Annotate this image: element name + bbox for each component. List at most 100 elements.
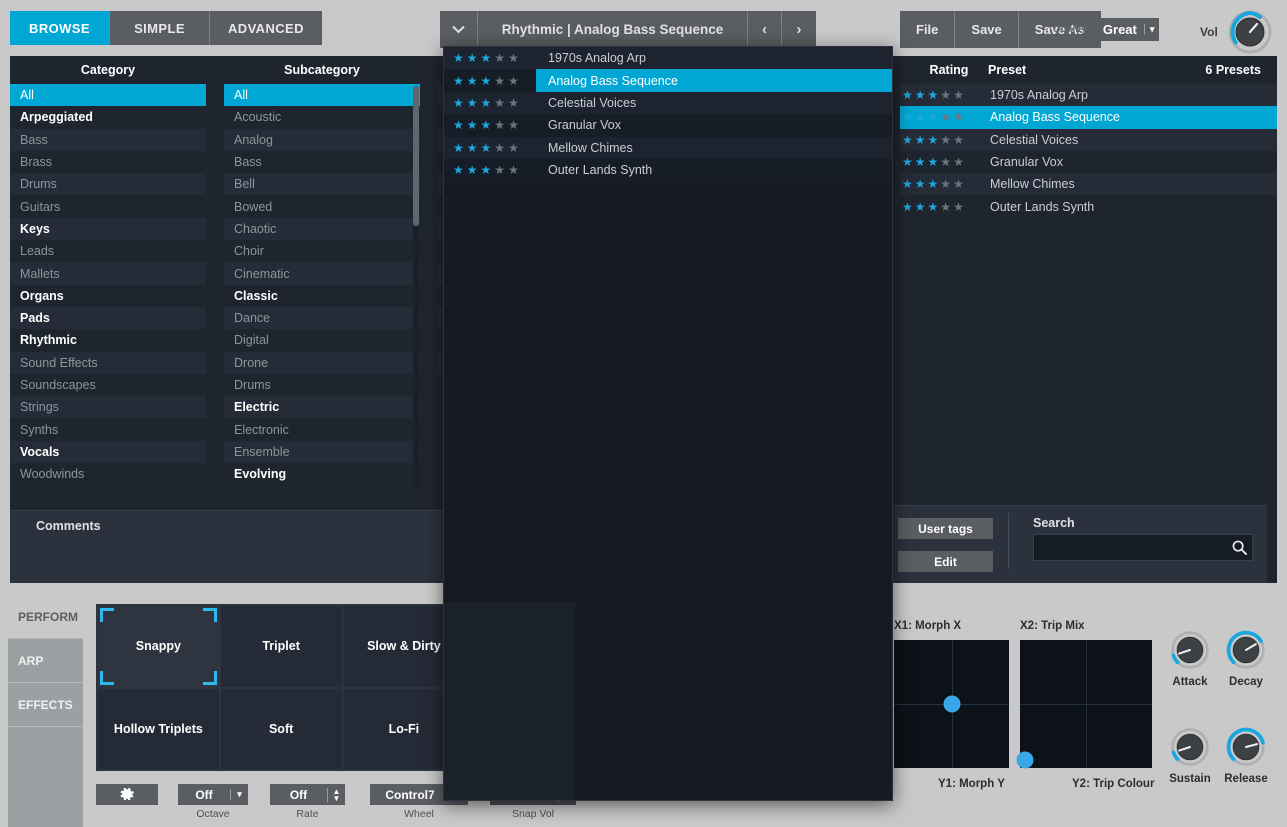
star-icon[interactable]: ★ <box>915 134 926 146</box>
category-list[interactable]: AllArpeggiatedBassBrassDrumsGuitarsKeysL… <box>10 84 206 494</box>
category-item[interactable]: Vocals <box>10 441 206 463</box>
star-icon[interactable]: ★ <box>902 134 913 146</box>
tab-effects[interactable]: EFFECTS <box>8 683 83 727</box>
subcategory-item[interactable]: Acoustic <box>224 106 420 128</box>
star-icon[interactable]: ★ <box>940 134 951 146</box>
star-icon[interactable]: ★ <box>953 134 964 146</box>
star-icon[interactable]: ★ <box>453 119 464 131</box>
category-item[interactable]: Organs <box>10 285 206 307</box>
dropdown-preset-item[interactable]: ★★★★★Celestial Voices <box>444 92 892 114</box>
volume-knob[interactable] <box>1226 8 1274 56</box>
star-icon[interactable]: ★ <box>928 201 939 213</box>
preset-rating[interactable]: ★★★★★ <box>900 201 976 213</box>
dropdown-preset-rating[interactable]: ★★★★★ <box>444 75 536 87</box>
file-button[interactable]: File <box>900 11 955 48</box>
dropdown-preset-rating[interactable]: ★★★★★ <box>444 119 536 131</box>
preset-name-display[interactable]: Rhythmic | Analog Bass Sequence <box>478 11 748 48</box>
subcategory-item[interactable]: Drums <box>224 374 420 396</box>
performance-pad[interactable]: Snappy <box>98 606 219 687</box>
preset-rating[interactable]: ★★★★★ <box>900 156 976 168</box>
subcategory-item[interactable]: Chaotic <box>224 218 420 240</box>
star-icon[interactable]: ★ <box>902 89 913 101</box>
star-icon[interactable]: ★ <box>494 119 505 131</box>
rate-stepper[interactable]: Off ▲▼ <box>270 784 345 805</box>
quality-select[interactable]: Great ▾ <box>1094 18 1160 41</box>
star-icon[interactable]: ★ <box>940 156 951 168</box>
subcategory-item[interactable]: Analog <box>224 129 420 151</box>
subcategory-item[interactable]: All <box>224 84 420 106</box>
search-icon[interactable] <box>1226 540 1252 555</box>
star-icon[interactable]: ★ <box>953 201 964 213</box>
preset-prev-button[interactable]: ‹ <box>748 11 782 48</box>
dropdown-preset-item[interactable]: ★★★★★1970s Analog Arp <box>444 47 892 69</box>
category-item[interactable]: Arpeggiated <box>10 106 206 128</box>
star-icon[interactable]: ★ <box>915 178 926 190</box>
star-icon[interactable]: ★ <box>481 97 492 109</box>
preset-row[interactable]: ★★★★★1970s Analog Arp <box>900 84 1277 106</box>
star-icon[interactable]: ★ <box>928 156 939 168</box>
category-item[interactable]: All <box>10 84 206 106</box>
xy2-handle[interactable] <box>1017 752 1034 769</box>
star-icon[interactable]: ★ <box>928 134 939 146</box>
star-icon[interactable]: ★ <box>902 156 913 168</box>
star-icon[interactable]: ★ <box>481 75 492 87</box>
star-icon[interactable]: ★ <box>508 164 519 176</box>
star-icon[interactable]: ★ <box>940 201 951 213</box>
subcategory-item[interactable]: Electric <box>224 396 420 418</box>
star-icon[interactable]: ★ <box>508 52 519 64</box>
star-icon[interactable]: ★ <box>481 164 492 176</box>
category-item[interactable]: Woodwinds <box>10 463 206 485</box>
preset-row[interactable]: ★★★★★Analog Bass Sequence <box>900 106 1277 128</box>
dropdown-preset-item[interactable]: ★★★★★Analog Bass Sequence <box>444 69 892 91</box>
user-tags-button[interactable]: User tags <box>898 518 993 539</box>
category-item[interactable]: Drums <box>10 173 206 195</box>
subcategory-item[interactable]: Evolving <box>224 463 420 485</box>
release-knob[interactable] <box>1224 725 1268 769</box>
star-icon[interactable]: ★ <box>940 89 951 101</box>
performance-pad[interactable]: Soft <box>221 689 342 770</box>
category-item[interactable]: Brass <box>10 151 206 173</box>
dropdown-preset-rating[interactable]: ★★★★★ <box>444 164 536 176</box>
subcategory-item[interactable]: Ensemble <box>224 441 420 463</box>
dropdown-preset-item[interactable]: ★★★★★Outer Lands Synth <box>444 159 892 181</box>
subcategory-item[interactable]: Cinematic <box>224 262 420 284</box>
star-icon[interactable]: ★ <box>915 111 926 123</box>
star-icon[interactable]: ★ <box>453 142 464 154</box>
preset-next-button[interactable]: › <box>782 11 816 48</box>
star-icon[interactable]: ★ <box>928 111 939 123</box>
star-icon[interactable]: ★ <box>467 164 478 176</box>
star-icon[interactable]: ★ <box>902 201 913 213</box>
star-icon[interactable]: ★ <box>915 156 926 168</box>
star-icon[interactable]: ★ <box>928 178 939 190</box>
star-icon[interactable]: ★ <box>481 142 492 154</box>
search-box[interactable] <box>1033 534 1253 561</box>
star-icon[interactable]: ★ <box>508 75 519 87</box>
edit-tags-button[interactable]: Edit <box>898 551 993 572</box>
star-icon[interactable]: ★ <box>494 52 505 64</box>
star-icon[interactable]: ★ <box>940 111 951 123</box>
xy1-handle[interactable] <box>943 696 960 713</box>
dropdown-preset-rating[interactable]: ★★★★★ <box>444 142 536 154</box>
performance-pad[interactable]: Triplet <box>221 606 342 687</box>
star-icon[interactable]: ★ <box>953 156 964 168</box>
star-icon[interactable]: ★ <box>467 142 478 154</box>
tab-perform[interactable]: PERFORM <box>8 595 83 639</box>
star-icon[interactable]: ★ <box>902 178 913 190</box>
category-item[interactable]: Synths <box>10 418 206 440</box>
star-icon[interactable]: ★ <box>467 75 478 87</box>
xy-pad-2[interactable] <box>1020 640 1152 768</box>
subcategory-scrollbar[interactable] <box>413 86 419 492</box>
preset-list[interactable]: ★★★★★1970s Analog Arp★★★★★Analog Bass Se… <box>900 84 1277 218</box>
star-icon[interactable]: ★ <box>494 164 505 176</box>
category-item[interactable]: Mallets <box>10 262 206 284</box>
star-icon[interactable]: ★ <box>467 119 478 131</box>
preset-row[interactable]: ★★★★★Granular Vox <box>900 151 1277 173</box>
star-icon[interactable]: ★ <box>953 178 964 190</box>
preset-row[interactable]: ★★★★★Outer Lands Synth <box>900 195 1277 217</box>
save-button[interactable]: Save <box>955 11 1018 48</box>
star-icon[interactable]: ★ <box>467 97 478 109</box>
category-item[interactable]: Rhythmic <box>10 329 206 351</box>
subcategory-item[interactable]: Electronic <box>224 418 420 440</box>
preset-rating[interactable]: ★★★★★ <box>900 178 976 190</box>
subcategory-item[interactable]: Digital <box>224 329 420 351</box>
